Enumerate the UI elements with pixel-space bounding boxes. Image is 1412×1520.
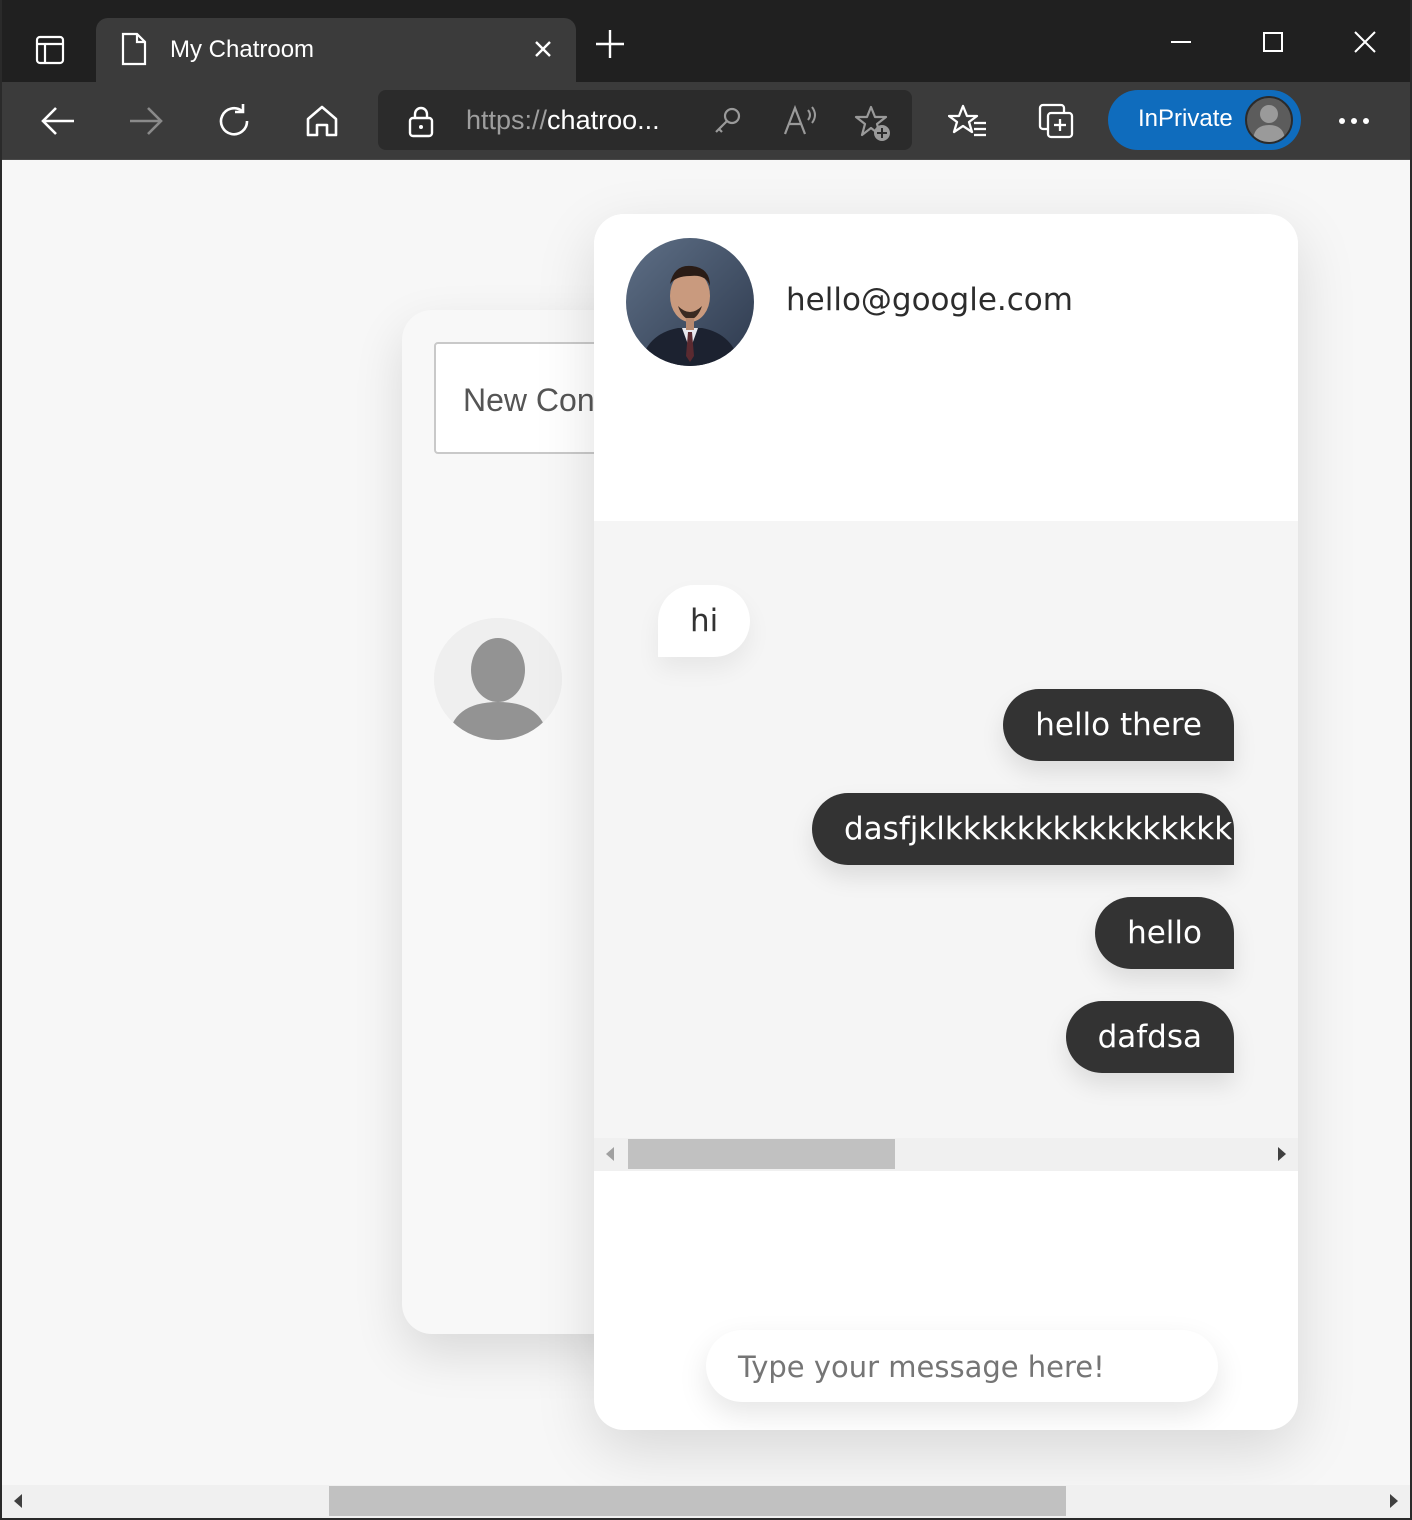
message-bubble-incoming: hi	[658, 585, 751, 657]
url-text[interactable]: https://chatroo...	[466, 105, 660, 136]
key-icon[interactable]	[710, 104, 744, 142]
refresh-icon[interactable]	[206, 96, 262, 146]
browser-toolbar: https://chatroo... InPrivate	[0, 82, 1412, 160]
contact-avatar[interactable]	[434, 618, 562, 740]
message-bubble-outgoing: hello there	[1003, 689, 1234, 761]
scroll-right-icon[interactable]	[1390, 1494, 1398, 1508]
home-icon[interactable]	[294, 96, 350, 146]
more-icon[interactable]	[1326, 96, 1382, 146]
inprivate-button[interactable]: InPrivate	[1108, 90, 1301, 150]
forward-arrow-icon[interactable]	[118, 96, 174, 146]
message-list: hi hello there dasfjklkkkkkkkkkkkkkkkkkk…	[594, 521, 1298, 1171]
star-plus-icon[interactable]	[854, 104, 892, 146]
scrollbar-thumb[interactable]	[329, 1486, 1066, 1516]
url-host: chatroo...	[547, 105, 660, 135]
page-viewport: New Con hello@google.com hi hello there …	[2, 160, 1410, 1520]
message-input[interactable]: Type your message here!	[706, 1330, 1218, 1402]
chat-contact-email: hello@google.com	[786, 282, 1073, 318]
collections-icon[interactable]	[1028, 96, 1084, 146]
address-bar[interactable]: https://chatroo...	[378, 90, 912, 150]
message-bubble-outgoing: dasfjklkkkkkkkkkkkkkkkkkkkkk	[812, 793, 1234, 865]
scroll-left-icon[interactable]	[14, 1494, 22, 1508]
url-protocol: https://	[466, 105, 548, 135]
back-arrow-icon[interactable]	[30, 96, 86, 146]
message-text: dasfjklkkkkkkkkkkkkkkkkkkkkk	[844, 811, 1234, 847]
browser-tab-bar: My Chatroom	[0, 0, 1412, 82]
new-tab-button[interactable]	[588, 22, 632, 70]
message-bubble-outgoing: dafdsa	[1065, 1001, 1234, 1073]
minimize-button[interactable]	[1156, 20, 1206, 64]
message-bubble-outgoing: hello	[1095, 897, 1234, 969]
window-close-button[interactable]	[1340, 20, 1390, 64]
scrollbar-thumb[interactable]	[628, 1139, 895, 1169]
tab-title: My Chatroom	[170, 36, 315, 63]
scroll-right-icon[interactable]	[1278, 1147, 1286, 1161]
messages-horizontal-scrollbar[interactable]	[594, 1138, 1298, 1171]
chat-header: hello@google.com	[594, 214, 1298, 521]
profile-avatar-icon	[1245, 96, 1293, 144]
lock-icon[interactable]	[406, 106, 436, 142]
user-avatar	[626, 238, 754, 366]
read-aloud-icon[interactable]	[782, 104, 820, 142]
close-icon[interactable]	[528, 34, 558, 68]
favorites-icon[interactable]	[940, 96, 996, 146]
maximize-button[interactable]	[1248, 20, 1298, 64]
inprivate-label: InPrivate	[1138, 105, 1233, 132]
page-icon	[120, 32, 148, 70]
chat-window: hello@google.com hi hello there dasfjklk…	[594, 214, 1298, 1430]
page-horizontal-scrollbar[interactable]	[2, 1485, 1410, 1518]
tab-actions-icon[interactable]	[22, 22, 78, 78]
browser-tab[interactable]: My Chatroom	[96, 18, 576, 82]
scroll-left-icon[interactable]	[606, 1147, 614, 1161]
